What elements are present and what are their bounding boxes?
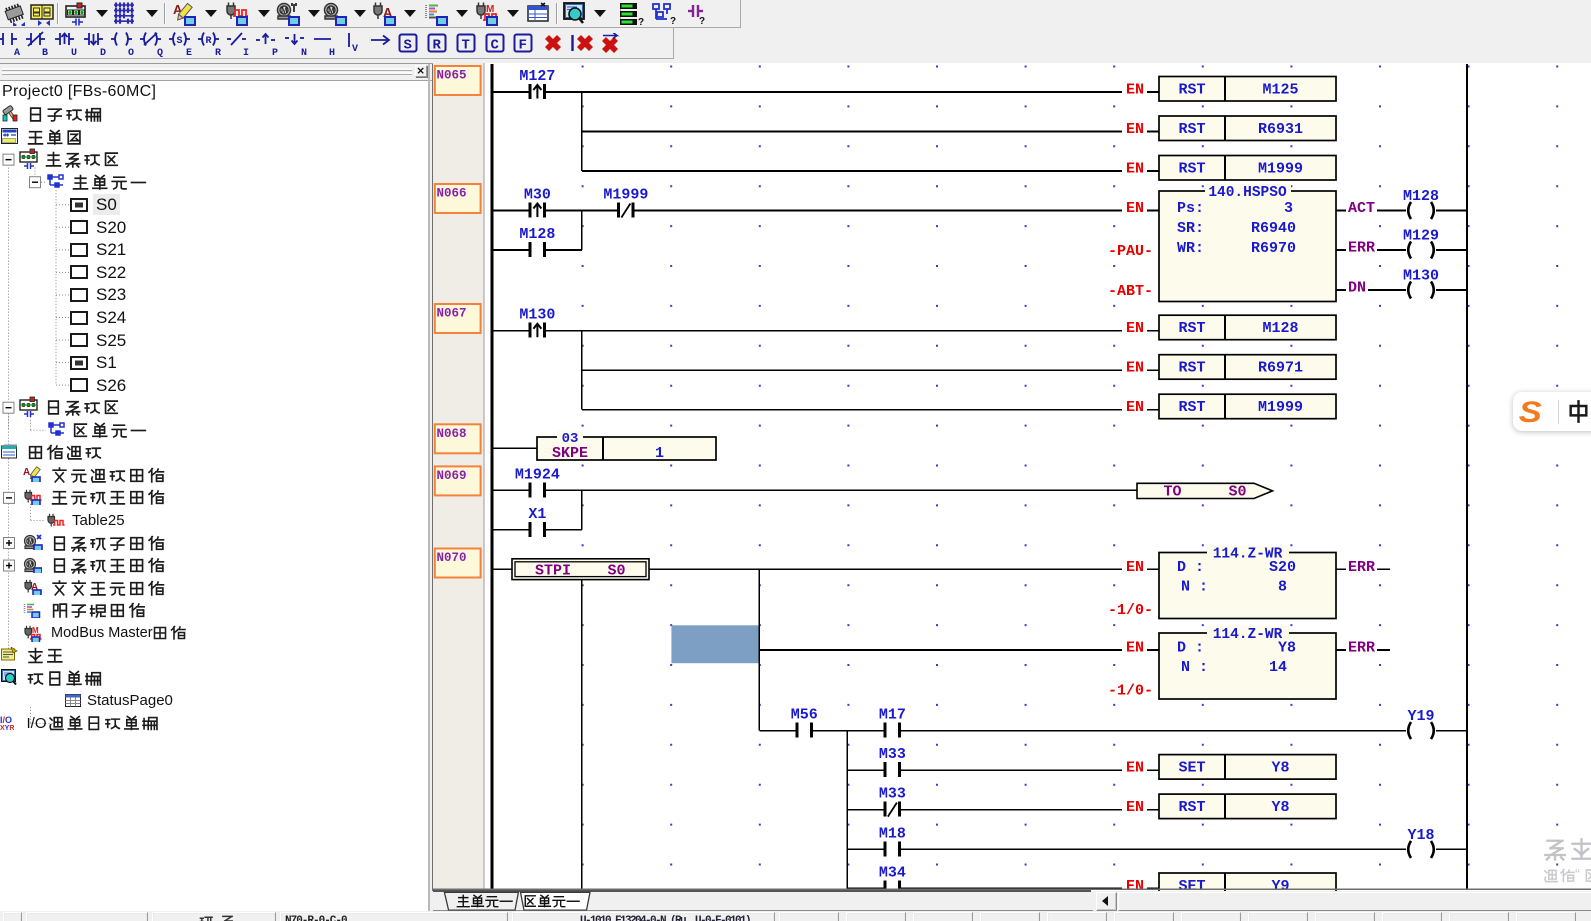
svg-text:N :: N : bbox=[1181, 659, 1208, 676]
svg-text:14: 14 bbox=[1269, 659, 1287, 676]
svg-text:RST: RST bbox=[1178, 121, 1205, 138]
svg-text:ACT: ACT bbox=[1348, 200, 1375, 217]
svg-text:S20: S20 bbox=[1269, 559, 1296, 576]
svg-text:M1924: M1924 bbox=[515, 466, 560, 483]
svg-text:M1999: M1999 bbox=[603, 187, 648, 204]
svg-text:-ABT-: -ABT- bbox=[1108, 283, 1153, 300]
svg-text:S0: S0 bbox=[607, 562, 625, 579]
svg-text:A: A bbox=[23, 467, 30, 478]
svg-text:EN: EN bbox=[1126, 121, 1144, 138]
svg-text:RST: RST bbox=[1178, 320, 1205, 337]
svg-text:114.Z-WR: 114.Z-WR bbox=[1213, 627, 1283, 643]
svg-text:F: F bbox=[519, 38, 527, 54]
svg-text:EN: EN bbox=[1126, 640, 1144, 657]
svg-text:Ps:: Ps: bbox=[1177, 200, 1204, 217]
svg-text:M: M bbox=[32, 626, 39, 635]
svg-text:TO: TO bbox=[1163, 484, 1181, 501]
svg-text:R: R bbox=[433, 38, 442, 54]
svg-text:M128: M128 bbox=[519, 226, 555, 243]
svg-text:N070: N070 bbox=[437, 551, 467, 565]
svg-text:M130: M130 bbox=[519, 307, 555, 324]
svg-text:M130: M130 bbox=[1403, 268, 1439, 285]
svg-text:N068: N068 bbox=[437, 427, 467, 441]
svg-text:D :: D : bbox=[1177, 640, 1204, 657]
svg-text:M56: M56 bbox=[791, 707, 818, 724]
svg-text:N067: N067 bbox=[437, 307, 467, 321]
svg-text:8: 8 bbox=[1278, 579, 1287, 596]
svg-text:SR:: SR: bbox=[1177, 220, 1204, 237]
svg-text:RST: RST bbox=[1178, 399, 1205, 416]
svg-text:S0: S0 bbox=[1228, 484, 1246, 501]
svg-text:D :: D : bbox=[1177, 559, 1204, 576]
svg-text:M33: M33 bbox=[879, 746, 906, 763]
svg-text:ERR: ERR bbox=[1348, 559, 1375, 576]
svg-text:EN: EN bbox=[1126, 161, 1144, 178]
svg-text:ERR: ERR bbox=[1348, 640, 1375, 657]
svg-text:R6971: R6971 bbox=[1258, 360, 1303, 377]
svg-text:RST: RST bbox=[1178, 82, 1205, 99]
svg-text:M34: M34 bbox=[879, 865, 906, 882]
svg-text:M: M bbox=[28, 561, 33, 568]
svg-text:M: M bbox=[28, 539, 33, 546]
svg-text:140.HSPSO: 140.HSPSO bbox=[1208, 185, 1287, 201]
svg-text:STPI: STPI bbox=[535, 562, 571, 579]
svg-text:R6940: R6940 bbox=[1251, 220, 1296, 237]
svg-text:EN: EN bbox=[1126, 360, 1144, 377]
svg-text:M1999: M1999 bbox=[1258, 399, 1303, 416]
svg-text:Y8: Y8 bbox=[1271, 799, 1289, 816]
svg-text:RST: RST bbox=[1178, 799, 1205, 816]
svg-text:M129: M129 bbox=[1403, 228, 1439, 245]
svg-text:M17: M17 bbox=[879, 707, 906, 724]
svg-text:N066: N066 bbox=[437, 187, 467, 201]
svg-text:R6970: R6970 bbox=[1251, 240, 1296, 257]
svg-text:RST: RST bbox=[1178, 360, 1205, 377]
svg-text:EN: EN bbox=[1126, 200, 1144, 217]
svg-text:WR:: WR: bbox=[1177, 240, 1204, 257]
svg-text:T: T bbox=[461, 38, 469, 54]
svg-text:M128: M128 bbox=[1262, 320, 1298, 337]
svg-text:M1999: M1999 bbox=[1258, 161, 1303, 178]
svg-text:EN: EN bbox=[1126, 399, 1144, 416]
svg-text:N :: N : bbox=[1181, 579, 1208, 596]
svg-text:Y8: Y8 bbox=[1271, 760, 1289, 777]
svg-text:?: ? bbox=[699, 16, 705, 26]
svg-text:EN: EN bbox=[1126, 760, 1144, 777]
svg-text:XYR: XYR bbox=[0, 725, 14, 731]
svg-text:SKPE: SKPE bbox=[552, 445, 588, 462]
svg-text:M128: M128 bbox=[1403, 188, 1439, 205]
svg-text:3: 3 bbox=[1284, 200, 1293, 217]
svg-text:M127: M127 bbox=[519, 68, 555, 85]
svg-text:Y8: Y8 bbox=[1278, 640, 1296, 657]
svg-text:?: ? bbox=[638, 17, 644, 26]
svg-text:N069: N069 bbox=[437, 469, 467, 483]
svg-text:ERR: ERR bbox=[1348, 240, 1375, 257]
svg-text:M33: M33 bbox=[879, 786, 906, 803]
svg-text:EN: EN bbox=[1126, 559, 1144, 576]
svg-text:EN: EN bbox=[1126, 799, 1144, 816]
svg-text:Y19: Y19 bbox=[1407, 708, 1434, 725]
svg-text:SET: SET bbox=[1178, 760, 1205, 777]
svg-text:1: 1 bbox=[655, 445, 664, 462]
svg-text:DN: DN bbox=[1348, 280, 1366, 297]
svg-text:C: C bbox=[490, 38, 499, 54]
svg-text:-1/0-: -1/0- bbox=[1108, 602, 1153, 619]
svg-text:EN: EN bbox=[1126, 320, 1144, 337]
svg-text:N065: N065 bbox=[437, 69, 467, 83]
svg-text:RST: RST bbox=[1178, 161, 1205, 178]
svg-text:-1/0-: -1/0- bbox=[1108, 682, 1153, 699]
svg-text:X1: X1 bbox=[528, 506, 546, 523]
svg-text:R6931: R6931 bbox=[1258, 121, 1303, 138]
svg-text:M18: M18 bbox=[879, 825, 906, 842]
svg-text:I/O: I/O bbox=[0, 715, 12, 725]
svg-text:EN: EN bbox=[1126, 82, 1144, 99]
svg-text:-PAU-: -PAU- bbox=[1108, 243, 1153, 260]
svg-text:Y18: Y18 bbox=[1407, 827, 1434, 844]
svg-text:?: ? bbox=[670, 16, 676, 26]
svg-text:M30: M30 bbox=[524, 187, 551, 204]
svg-text:M125: M125 bbox=[1262, 82, 1298, 99]
